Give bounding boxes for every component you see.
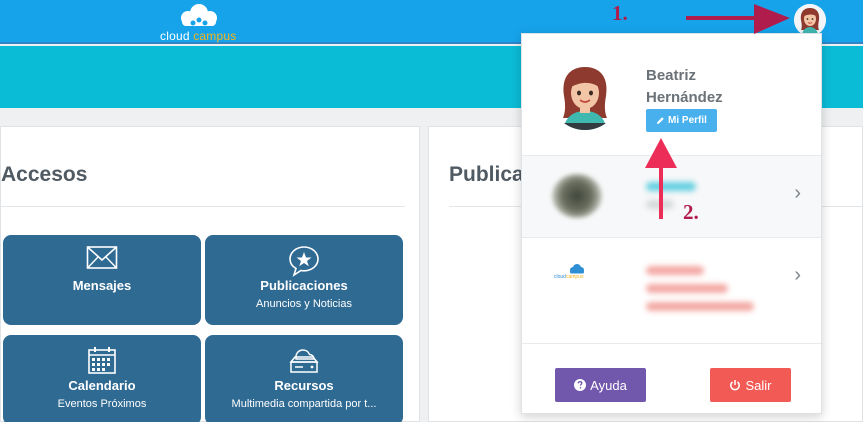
ayuda-button[interactable]: Ayuda [555,368,646,402]
tile-calendario[interactable]: Calendario Eventos Próximos [3,335,201,422]
account-thumbnail [552,174,602,218]
salir-label: Salir [745,377,772,393]
cloudcampus-logo[interactable]: cloud campus [158,2,248,43]
accesos-title: Accesos [1,163,88,186]
chevron-right-icon: › [794,182,801,204]
blurred-school-text [646,266,754,320]
calendar-icon [88,347,116,374]
tile-mensajes[interactable]: Mensajes [3,235,201,325]
cloud-logo-icon [570,264,584,274]
step-2-label: 2. [683,200,699,224]
salir-button[interactable]: Salir [710,368,791,402]
tile-title: Mensajes [72,278,132,293]
tile-subtitle: Anuncios y Noticias [256,298,352,310]
mini-logo-text: cloudcampus [554,274,583,280]
mini-logo-word-campus: campus [565,274,584,280]
tile-subtitle: Multimedia compartida por t... [231,398,377,410]
profile-avatar [550,60,620,130]
logo-word-cloud: cloud [160,29,190,43]
pencil-icon [656,117,664,125]
divider [1,206,405,207]
chevron-right-icon: › [794,264,801,286]
dropdown-footer: Ayuda Salir [522,343,821,413]
tile-subtitle: Eventos Próximos [57,398,147,410]
mi-perfil-button[interactable]: Mi Perfil [646,109,717,132]
profile-card: Beatriz Hernández Mi Perfil [522,34,821,155]
cloudcampus-mini-logo: cloudcampus [554,264,600,288]
power-icon [730,380,741,391]
profile-dropdown: Beatriz Hernández Mi Perfil › cloudcampu [521,33,822,414]
tile-publicaciones[interactable]: Publicaciones Anuncios y Noticias [205,235,403,325]
cloud-logo-icon [181,4,217,26]
ayuda-label: Ayuda [590,377,627,393]
logo-text: cloud campus [160,29,236,43]
user-avatar-button[interactable] [794,4,826,36]
profile-last-name: Hernández [646,89,723,106]
star-speech-bubble-icon [289,246,319,277]
tile-title: Calendario [68,378,136,393]
envelope-icon [86,246,118,269]
user-avatar-icon [550,60,620,130]
cloud-drive-icon [289,349,319,373]
accesos-panel: Accesos Mensajes Publicaciones Anuncios … [0,126,420,422]
profile-first-name: Beatriz [646,67,697,84]
tile-recursos[interactable]: Recursos Multimedia compartida por t... [205,335,403,422]
tile-title: Recursos [274,378,334,393]
account-item-1[interactable]: › [522,155,821,237]
mi-perfil-label: Mi Perfil [668,115,707,126]
question-circle-icon [574,379,587,391]
tile-title: Publicaciones [260,278,348,293]
account-item-2[interactable]: cloudcampus › [522,237,821,343]
step-1-label: 1. [612,1,628,25]
user-avatar-icon [794,4,826,36]
logo-word-campus: campus [193,29,237,43]
mini-logo-word-cloud: cloud [554,274,566,280]
